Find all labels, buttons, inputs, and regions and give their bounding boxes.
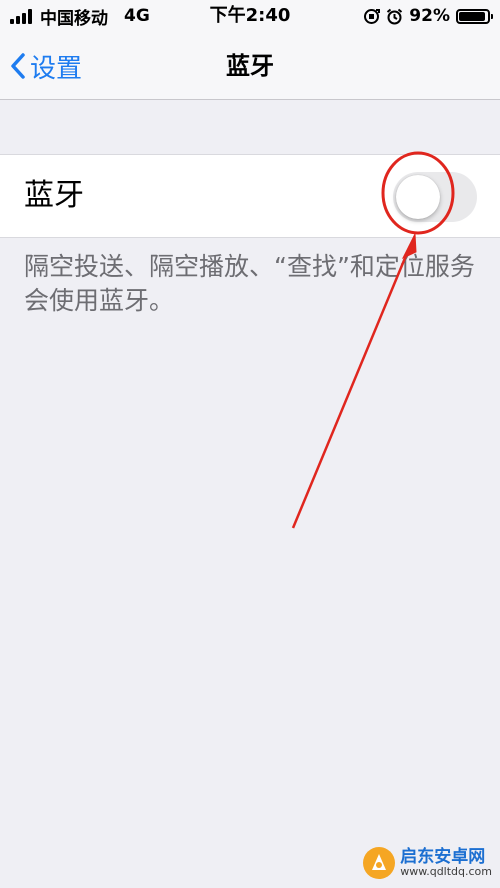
status-bar: 中国移动 4G 下午2:40 92% xyxy=(0,0,500,32)
annotation-overlay xyxy=(291,151,455,529)
toggle-knob xyxy=(396,175,440,219)
orientation-lock-icon xyxy=(363,8,381,25)
watermark-logo-icon xyxy=(363,847,396,879)
bluetooth-toggle[interactable] xyxy=(393,172,477,222)
battery-icon xyxy=(456,8,493,24)
page-title: 蓝牙 xyxy=(226,52,274,80)
bluetooth-label: 蓝牙 xyxy=(24,178,84,213)
status-right: 92% xyxy=(363,5,493,27)
watermark-name: 启东安卓网 xyxy=(400,846,486,867)
bluetooth-footer-note: 隔空投送、隔空播放、“查找”和定位服务会使用蓝牙。 xyxy=(24,252,475,315)
battery-fill xyxy=(459,11,485,21)
navigation-bar: 设置 蓝牙 xyxy=(0,32,500,100)
battery-percent: 92% xyxy=(409,6,450,26)
alarm-icon xyxy=(386,8,403,25)
watermark-url: www.qdltdq.com xyxy=(400,865,492,879)
watermark: 启东安卓网 www.qdltdq.com xyxy=(362,846,492,880)
